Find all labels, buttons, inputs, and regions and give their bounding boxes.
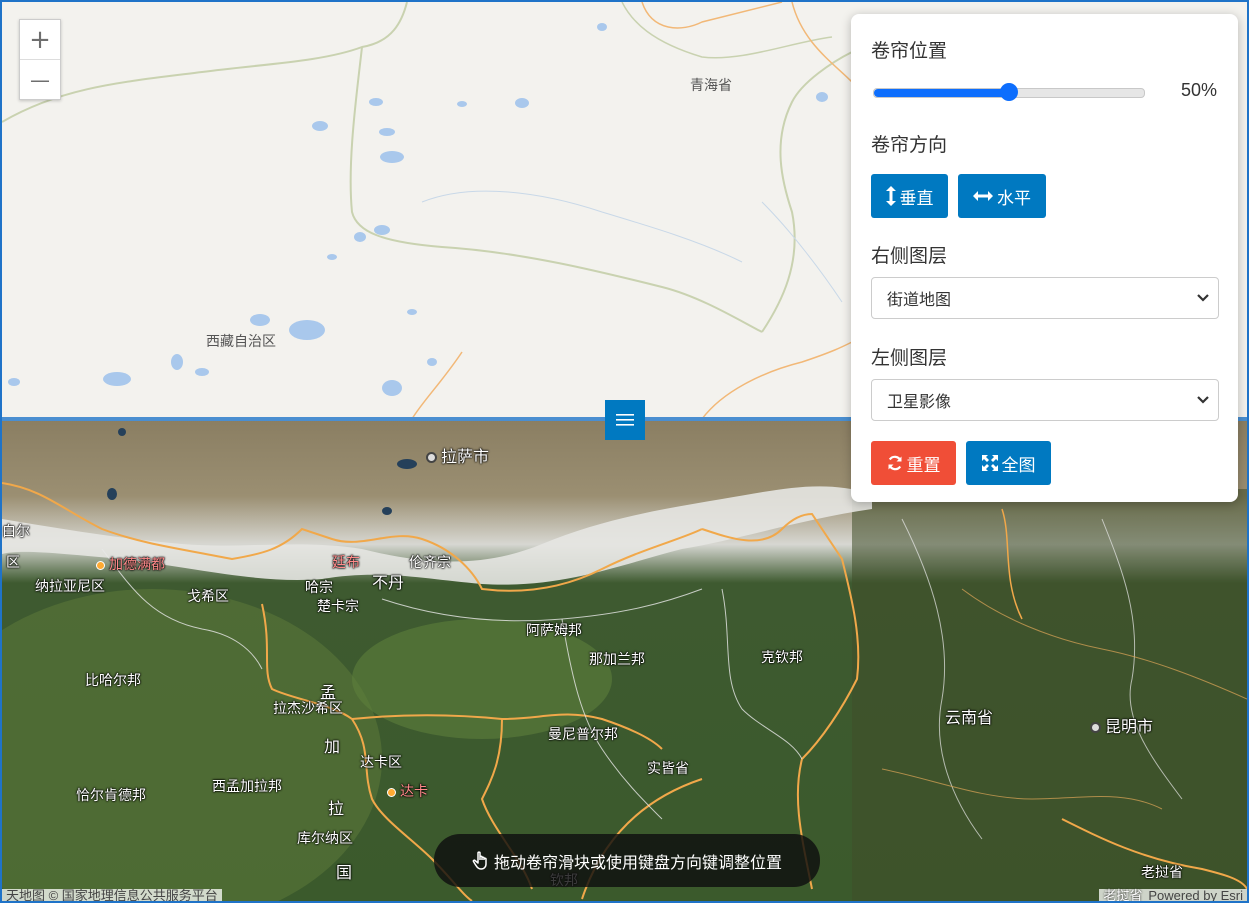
country-label-bhutan: 不丹 <box>372 573 405 592</box>
left-layer-select[interactable]: 卫星影像 <box>871 379 1219 421</box>
drag-handle-icon <box>616 414 634 426</box>
zoom-in-button[interactable]: + <box>20 20 60 60</box>
vertical-button-label: 垂直 <box>899 188 934 208</box>
right-layer-value: 街道地图 <box>887 292 952 309</box>
city-label-thimphu: 廷布 <box>332 555 360 571</box>
position-slider[interactable] <box>873 83 1145 101</box>
region-label-lhuntse: 伦齐宗 <box>409 555 451 571</box>
country-label-bangladesh-3: 拉 <box>328 799 345 818</box>
province-label-yunnan: 云南省 <box>945 708 994 727</box>
city-label-kathmandu: 加德满都 <box>96 554 165 574</box>
chevron-down-icon <box>1197 294 1209 302</box>
left-layer-title: 左侧图层 <box>871 348 948 369</box>
state-label-nagaland: 那加兰邦 <box>589 652 645 668</box>
vertical-arrows-icon <box>885 186 896 206</box>
region-label-chukha: 楚卡宗 <box>317 599 359 615</box>
capital-marker-icon <box>1090 722 1101 733</box>
horizontal-arrows-icon <box>973 191 993 201</box>
region-label-khulna: 库尔纳区 <box>297 831 353 847</box>
horizontal-button[interactable]: 水平 <box>958 174 1046 218</box>
full-extent-button[interactable]: 全图 <box>966 441 1051 485</box>
left-layer-value: 卫星影像 <box>887 394 952 411</box>
region-label-gandaki: 戈希区 <box>187 589 229 605</box>
state-label-jharkhand: 恰尔肯德邦 <box>76 788 146 804</box>
region-label-rajshahi: 拉杰沙希区 <box>273 701 343 717</box>
region-label-dhaka-division: 达卡区 <box>360 755 402 771</box>
expand-icon <box>981 455 998 471</box>
map-view[interactable]: 青海省 西藏自治区 拉萨市 白尔 区 加德满都 廷布 伦齐宗 纳拉亚尼区 哈宗 … <box>0 0 1249 903</box>
city-label-kunming: 昆明市 <box>1090 713 1153 737</box>
city-name: 加德满都 <box>109 557 165 573</box>
capital-marker-icon <box>96 560 105 570</box>
state-label-assam: 阿萨姆邦 <box>526 623 582 639</box>
right-layer-select[interactable]: 街道地图 <box>871 277 1219 319</box>
province-label-laos: 老挝省 <box>1141 865 1183 881</box>
reset-button[interactable]: 重置 <box>871 441 956 485</box>
reset-button-label: 重置 <box>906 455 941 475</box>
refresh-icon <box>887 455 902 471</box>
position-title: 卷帘位置 <box>871 41 948 62</box>
zoom-control: + — <box>19 19 61 100</box>
region-label-left-edge-2: 区 <box>6 555 20 571</box>
zoom-out-button[interactable]: — <box>20 60 60 99</box>
hint-text: 拖动卷帘滑块或使用键盘方向键调整位置 <box>493 854 782 872</box>
city-name: 昆明市 <box>1105 717 1154 736</box>
right-layer-title: 右侧图层 <box>871 246 948 267</box>
swipe-control-panel: 卷帘位置 50% 卷帘方向 垂直 水平 右侧图层 街道地图 左侧图层 卫星影像 … <box>851 14 1238 502</box>
hint-toast: 拖动卷帘滑块或使用键盘方向键调整位置 <box>434 834 820 887</box>
country-label-bangladesh-2: 加 <box>324 737 341 756</box>
city-name: 拉萨市 <box>441 447 490 466</box>
vertical-button[interactable]: 垂直 <box>871 174 948 218</box>
horizontal-button-label: 水平 <box>997 188 1031 208</box>
region-label-narayani: 纳拉亚尼区 <box>35 579 105 595</box>
slider-thumb[interactable] <box>1000 83 1018 101</box>
state-label-bihar: 比哈尔邦 <box>85 673 141 689</box>
region-label-sagaing: 实皆省 <box>647 761 689 777</box>
province-label-qinghai: 青海省 <box>690 78 732 94</box>
city-label-dhaka: 达卡 <box>387 781 428 801</box>
full-extent-button-label: 全图 <box>1001 455 1036 475</box>
attribution-left: 天地图 © 国家地理信息公共服务平台 <box>2 889 222 901</box>
state-label-kachin: 克钦邦 <box>761 650 803 666</box>
region-label-haa: 哈宗 <box>305 580 333 596</box>
region-label-xizang: 西藏自治区 <box>206 334 276 350</box>
hand-pointer-icon <box>472 850 487 870</box>
region-label-left-edge-1: 白尔 <box>2 524 30 540</box>
state-label-west-bengal: 西孟加拉邦 <box>212 779 282 795</box>
attribution-right: 老挝省 Powered by Esri <box>1099 888 1247 903</box>
powered-by-esri[interactable]: Powered by Esri <box>1148 888 1243 902</box>
direction-title: 卷帘方向 <box>871 135 948 156</box>
slider-fill <box>874 89 1009 97</box>
city-label-lhasa: 拉萨市 <box>426 443 489 467</box>
swipe-handle[interactable] <box>605 400 645 440</box>
capital-marker-icon <box>387 787 396 797</box>
country-label-bangladesh-4: 国 <box>336 863 353 882</box>
city-name: 达卡 <box>400 784 428 800</box>
attribution-partial-label: 老挝省 <box>1103 888 1143 903</box>
state-label-manipur: 曼尼普尔邦 <box>548 727 618 743</box>
capital-marker-icon <box>426 452 437 463</box>
position-value: 50% <box>1181 80 1218 100</box>
chevron-down-icon <box>1197 396 1209 404</box>
